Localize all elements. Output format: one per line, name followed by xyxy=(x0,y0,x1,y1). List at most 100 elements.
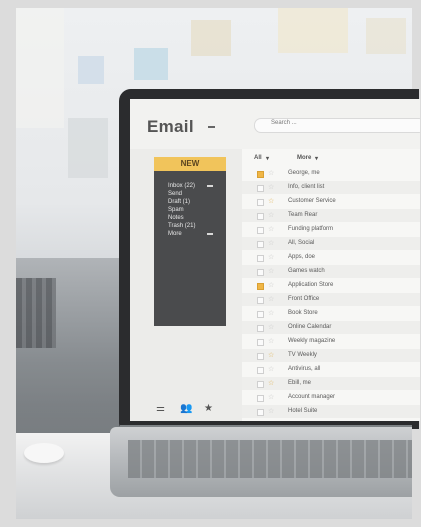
star-icon[interactable]: ☆ xyxy=(268,337,274,345)
window-light xyxy=(366,18,406,54)
row-checkbox[interactable] xyxy=(257,199,264,206)
sender-label: Weekly magazine xyxy=(288,338,336,344)
window-light xyxy=(134,48,168,80)
sender-label: Account manager xyxy=(288,394,336,400)
list-item[interactable]: ☆ Customer Service xyxy=(242,195,420,208)
list-item[interactable]: ☆ Antivirus, all xyxy=(242,363,420,376)
chevron-down-icon[interactable]: ▾ xyxy=(315,155,318,162)
list-item[interactable]: ☆ Online Calendar xyxy=(242,321,420,334)
row-checkbox[interactable] xyxy=(257,255,264,262)
row-checkbox[interactable] xyxy=(257,381,264,388)
sidebar-item-inbox[interactable]: Inbox (22) xyxy=(168,183,195,189)
filter-all[interactable]: All xyxy=(254,155,262,161)
sidebar-item-more[interactable]: More xyxy=(168,231,182,237)
list-item[interactable]: ☆ Team Rear xyxy=(242,209,420,222)
star-icon[interactable]: ☆ xyxy=(268,169,274,177)
list-item[interactable]: ☆ Apps, doe xyxy=(242,251,420,264)
chevron-down-icon[interactable]: ▾ xyxy=(266,155,269,162)
list-item[interactable]: ☆ TV Weekly xyxy=(242,349,420,362)
row-checkbox[interactable] xyxy=(257,171,264,178)
message-list: All ▾ More ▾ ☆ George, me ☆ Info, client li… xyxy=(242,149,420,421)
row-checkbox[interactable] xyxy=(257,241,264,248)
list-item[interactable]: ☆ Info, client list xyxy=(242,181,420,194)
star-icon[interactable]: ☆ xyxy=(268,393,274,401)
list-item[interactable]: ☆ All, Social xyxy=(242,237,420,250)
sidebar-item-notes[interactable]: Notes xyxy=(168,215,184,221)
settings-sliders-icon[interactable]: ⚌ xyxy=(156,403,165,414)
star-icon[interactable]: ☆ xyxy=(268,309,274,317)
list-item[interactable]: ☆ Funding platform xyxy=(242,223,420,236)
sender-label: All, Social xyxy=(288,240,315,246)
star-icon[interactable]: ☆ xyxy=(268,379,274,387)
sender-label: Ebill, me xyxy=(288,380,312,386)
sender-label: Application Store xyxy=(288,282,334,288)
sender-label: George, me xyxy=(288,170,320,176)
star-icon[interactable]: ☆ xyxy=(268,267,274,275)
search-placeholder: Search ... xyxy=(271,120,297,126)
star-icon[interactable]: ☆ xyxy=(268,197,274,205)
new-message-button[interactable]: NEW xyxy=(154,157,226,171)
list-item[interactable]: ☆ Account manager xyxy=(242,391,420,404)
sidebar-bottom-icons: ⚌ 👥 ★ xyxy=(154,399,226,417)
list-item[interactable]: ☆ Application Store xyxy=(242,279,420,292)
sidebar-item-send[interactable]: Send xyxy=(168,191,182,197)
list-item[interactable]: ☆ Book Store xyxy=(242,307,420,320)
list-item[interactable]: ☆ George, me xyxy=(242,167,420,180)
sender-label: Apps, doe xyxy=(288,254,316,260)
star-icon[interactable]: ☆ xyxy=(268,295,274,303)
sidebar-item-trash[interactable]: Trash (21) xyxy=(168,223,195,229)
row-checkbox[interactable] xyxy=(257,227,264,234)
star-icon[interactable]: ☆ xyxy=(268,351,274,359)
search-input[interactable]: Search ... xyxy=(254,118,420,133)
list-item[interactable]: ☆ Front Office xyxy=(242,293,420,306)
sender-label: Antivirus, all xyxy=(288,366,321,372)
folder-list: Inbox (22) Send Draft (1) Spam Notes Tra… xyxy=(154,171,226,326)
row-checkbox[interactable] xyxy=(257,409,264,416)
star-icon[interactable]: ☆ xyxy=(268,211,274,219)
chevron-down-icon[interactable] xyxy=(207,185,213,187)
star-icon[interactable]: ☆ xyxy=(268,183,274,191)
star-icon[interactable]: ☆ xyxy=(268,225,274,233)
sidebar-item-spam[interactable]: Spam xyxy=(168,207,184,213)
window-light xyxy=(16,8,64,128)
sender-label: Info, client list xyxy=(288,184,325,190)
favorites-star-icon[interactable]: ★ xyxy=(204,403,213,414)
row-checkbox[interactable] xyxy=(257,325,264,332)
list-item[interactable]: ☆ Ebill, me xyxy=(242,377,420,390)
sender-label: Team Rear xyxy=(288,212,318,218)
star-icon[interactable]: ☆ xyxy=(268,365,274,373)
chevron-down-icon[interactable] xyxy=(207,233,213,235)
sidebar-item-draft[interactable]: Draft (1) xyxy=(168,199,190,205)
app-title: Email xyxy=(147,117,194,136)
list-item[interactable]: ☆ Weekly magazine xyxy=(242,335,420,348)
sender-label: Hotel Suite xyxy=(288,408,318,414)
row-checkbox[interactable] xyxy=(257,213,264,220)
row-checkbox[interactable] xyxy=(257,311,264,318)
list-item[interactable]: ☆ Hotel Suite xyxy=(242,405,420,418)
star-icon[interactable]: ☆ xyxy=(268,253,274,261)
star-icon[interactable]: ☆ xyxy=(268,281,274,289)
list-item[interactable]: ☆ Games watch xyxy=(242,265,420,278)
sender-label: Online Calendar xyxy=(288,324,332,330)
row-checkbox[interactable] xyxy=(257,395,264,402)
row-checkbox[interactable] xyxy=(257,185,264,192)
star-icon[interactable]: ☆ xyxy=(268,239,274,247)
sender-label: Customer Service xyxy=(288,198,336,204)
sender-label: Front Office xyxy=(288,296,320,302)
window-light xyxy=(278,8,348,53)
star-icon[interactable]: ☆ xyxy=(268,323,274,331)
window-light xyxy=(191,20,231,56)
row-checkbox[interactable] xyxy=(257,353,264,360)
row-checkbox[interactable] xyxy=(257,269,264,276)
row-checkbox[interactable] xyxy=(257,297,264,304)
chevron-down-icon[interactable] xyxy=(208,126,215,128)
star-icon[interactable]: ☆ xyxy=(268,407,274,415)
contacts-icon[interactable]: 👥 xyxy=(180,403,192,414)
row-checkbox[interactable] xyxy=(257,339,264,346)
sender-label: Book Store xyxy=(288,310,318,316)
filter-more[interactable]: More xyxy=(297,155,311,161)
coffee-cup xyxy=(24,443,64,463)
row-checkbox[interactable] xyxy=(257,367,264,374)
window-light xyxy=(68,118,108,178)
row-checkbox[interactable] xyxy=(257,283,264,290)
